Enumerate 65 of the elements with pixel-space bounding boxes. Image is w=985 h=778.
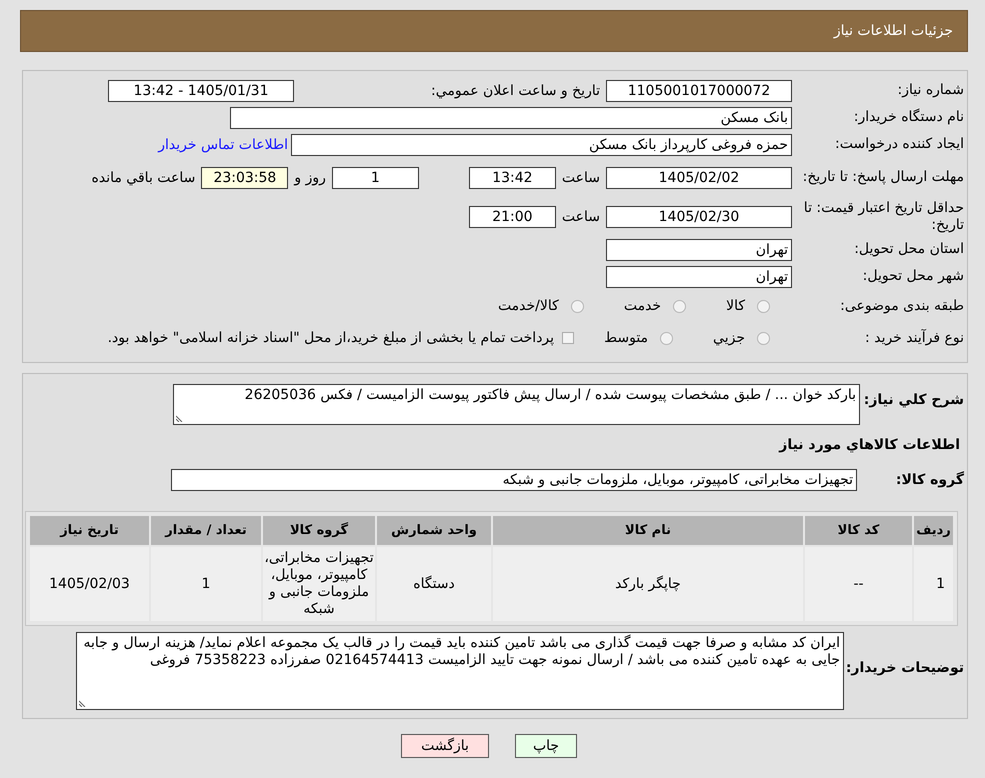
option-label: کالا [726,298,745,314]
text-field[interactable]: 13:42 [468,166,556,188]
text-field[interactable]: تجهیزات مخابراتی، کامپیوتر، موبایل، ملزومات جانبی و شبکه [171,469,857,491]
resize-grip-icon[interactable] [79,700,86,707]
column-header: گروه کالا [263,516,375,545]
text-area[interactable]: ایران کد مشابه و صرفا جهت قیمت گذاری می باشد تامین کننده باید قیمت را در قالب یک مجموعه اعلام نماید/ هزینه ارسال و جابه جایی به عهده تامین کننده می باشد / ارسال نمونه جهت تایید الزامیست 02164574413 صفرزاده 75358223 فروغی [76,632,844,710]
column-header: واحد شمارش [377,516,491,545]
field-label: نام دستگاه خریدار: [852,109,964,126]
radio-button[interactable] [757,332,770,344]
radio-button[interactable] [570,300,584,312]
text-field[interactable]: 1405/02/02 [606,166,792,188]
column-header: تاریخ نیاز [30,516,149,545]
column-header: نام کالا [493,516,803,545]
field-label: ایجاد کننده درخواست: [834,136,964,153]
table-cell: -- [805,547,912,621]
text-field[interactable]: بانک مسکن [230,106,792,128]
field-label: حداقل تاریخ اعتبار قیمت: تا تاریخ: [802,200,964,234]
option-label: متوسط [604,330,648,346]
column-header: تعداد / مقدار [151,516,261,545]
table-cell: 1405/02/03 [30,547,149,621]
field-label: ساعت [562,208,600,224]
checkbox[interactable] [562,332,574,344]
radio-button[interactable] [757,300,770,312]
column-header: کد کالا [805,516,912,545]
radio-button[interactable] [673,300,686,312]
print-button[interactable]: چاپ [515,734,577,758]
option-label: خدمت [624,298,662,314]
text-field[interactable]: 1405/01/31 - 13:42 [108,80,294,102]
page-title: جزئیات اطلاعات نیاز [834,23,953,39]
field-label: مهلت ارسال پاسخ: تا تاریخ: [802,169,964,186]
table-cell: 1 [914,547,953,621]
table-cell: دستگاه [377,547,491,621]
field-label: ساعت [562,170,600,186]
column-header: ردیف [914,516,953,545]
field-label: ساعت باقي مانده [92,170,196,186]
option-label: جزيي [713,330,745,346]
field-label: تاریخ و ساعت اعلان عمومي: [430,82,600,98]
field-label: نوع فرآیند خرید : [864,330,964,346]
table-cell: چاپگر بارکد [493,547,803,621]
text-field[interactable]: 23:03:58 [201,166,288,188]
text-field[interactable]: 1 [332,166,419,188]
text-area[interactable]: بارکد خوان ... / طبق مشخصات پیوست شده / ارسال پیش فاکتور پیوست الزامیست / فکس 26205036 [173,384,860,425]
field-label: شرح کلي نیاز: [862,391,964,409]
table-cell: تجهیزات مخابراتی، کامپیوتر، موبایل، ملزومات جانبی و شبکه [263,547,375,621]
field-label: استان محل تحویل: [853,241,964,258]
field-label: روز و [294,170,326,186]
text-field[interactable]: 1105001017000072 [606,80,792,102]
text-field[interactable]: تهران [606,238,792,260]
section-heading: اطلاعات کالاهاي مورد نیاز [778,437,960,453]
table-cell: 1 [151,547,261,621]
field-label: توضیحات خریدار: [844,659,964,677]
text-field[interactable]: 1405/02/30 [606,206,792,228]
field-label: شهر محل تحویل: [862,268,964,285]
radio-button[interactable] [660,332,674,344]
field-label: شماره نیاز: [896,82,964,99]
text-field[interactable]: 21:00 [468,206,556,228]
option-label: پرداخت تمام یا بخشی از مبلغ خرید،از محل "اسناد خزانه اسلامی" خواهد بود. [108,330,554,346]
text-field[interactable]: تهران [606,266,792,288]
field-label: طبقه بندی موضوعی: [839,298,964,314]
back-button[interactable]: بازگشت [401,734,489,758]
text-field[interactable]: حمزه فروغی کارپرداز بانک مسکن [291,134,792,156]
contact-link[interactable]: اطلاعات تماس خریدار [158,136,288,152]
option-label: کالا/خدمت [498,298,559,314]
field-label: گروه کالا: [894,472,964,488]
resize-grip-icon[interactable] [176,415,183,422]
